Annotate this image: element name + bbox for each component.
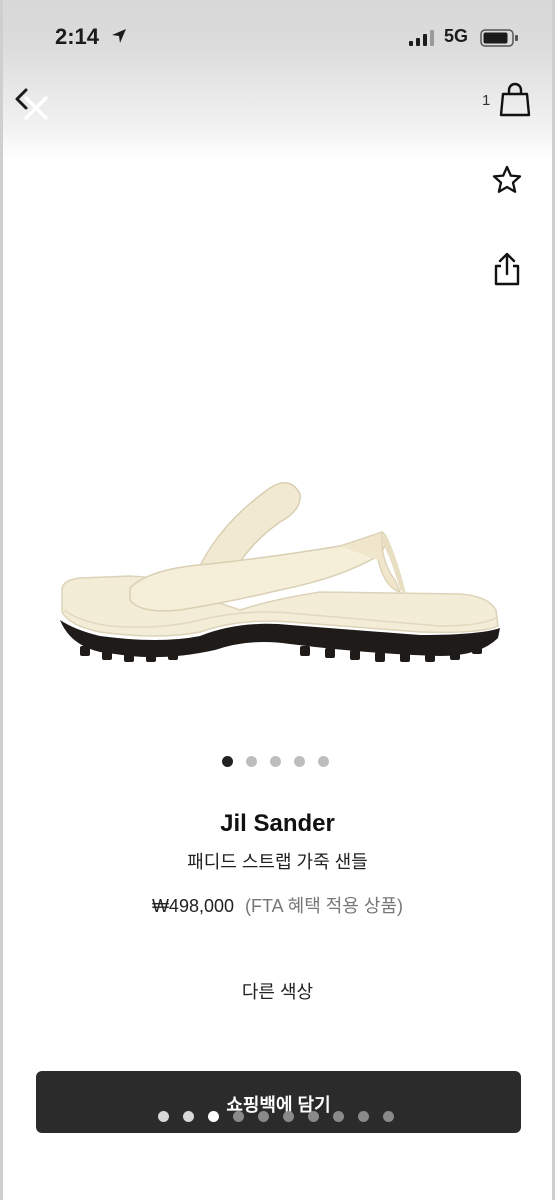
page-indicator-dot	[283, 1111, 294, 1122]
page-indicator-dot	[308, 1111, 319, 1122]
page-indicator-dot	[383, 1111, 394, 1122]
page-indicator-dot	[158, 1111, 169, 1122]
page-indicator-dot	[258, 1111, 269, 1122]
image-carousel-dots[interactable]	[222, 756, 329, 767]
close-back-icon[interactable]	[12, 82, 56, 126]
cellular-signal-icon	[409, 30, 434, 46]
battery-icon	[480, 29, 518, 47]
wishlist-star-icon[interactable]	[491, 164, 523, 196]
brand-name[interactable]: Jil Sander	[0, 810, 555, 838]
page-indicator-dot	[183, 1111, 194, 1122]
status-time: 2:14	[55, 24, 100, 49]
network-type: 5G	[444, 26, 469, 46]
page-indicator-dot	[333, 1111, 344, 1122]
page-indicator-dot	[358, 1111, 369, 1122]
status-bar: 2:14 5G	[0, 0, 555, 76]
carousel-dot[interactable]	[222, 756, 233, 767]
shopping-bag-count: 1	[482, 92, 491, 109]
carousel-dot[interactable]	[270, 756, 281, 767]
share-icon[interactable]	[492, 252, 522, 286]
carousel-dot[interactable]	[294, 756, 305, 767]
carousel-dot[interactable]	[318, 756, 329, 767]
shopping-bag-icon[interactable]	[499, 82, 531, 118]
page-indicator-dots	[158, 1111, 394, 1122]
add-to-bag-button[interactable]: 쇼핑백에 담기	[36, 1071, 521, 1133]
product-price: ₩498,000	[151, 896, 234, 916]
frame-border-left	[0, 0, 3, 1200]
other-colors-link[interactable]: 다른 색상	[0, 978, 555, 1004]
page-indicator-dot	[208, 1111, 219, 1122]
carousel-dot[interactable]	[246, 756, 257, 767]
price-row: ₩498,000 (FTA 혜택 적용 상품)	[0, 892, 555, 918]
product-sandal-image[interactable]	[40, 460, 510, 670]
page-indicator-dot	[233, 1111, 244, 1122]
price-note: (FTA 혜택 적용 상품)	[245, 896, 404, 916]
product-name: 패디드 스트랩 가죽 샌들	[187, 852, 368, 872]
location-arrow-icon	[112, 29, 126, 43]
